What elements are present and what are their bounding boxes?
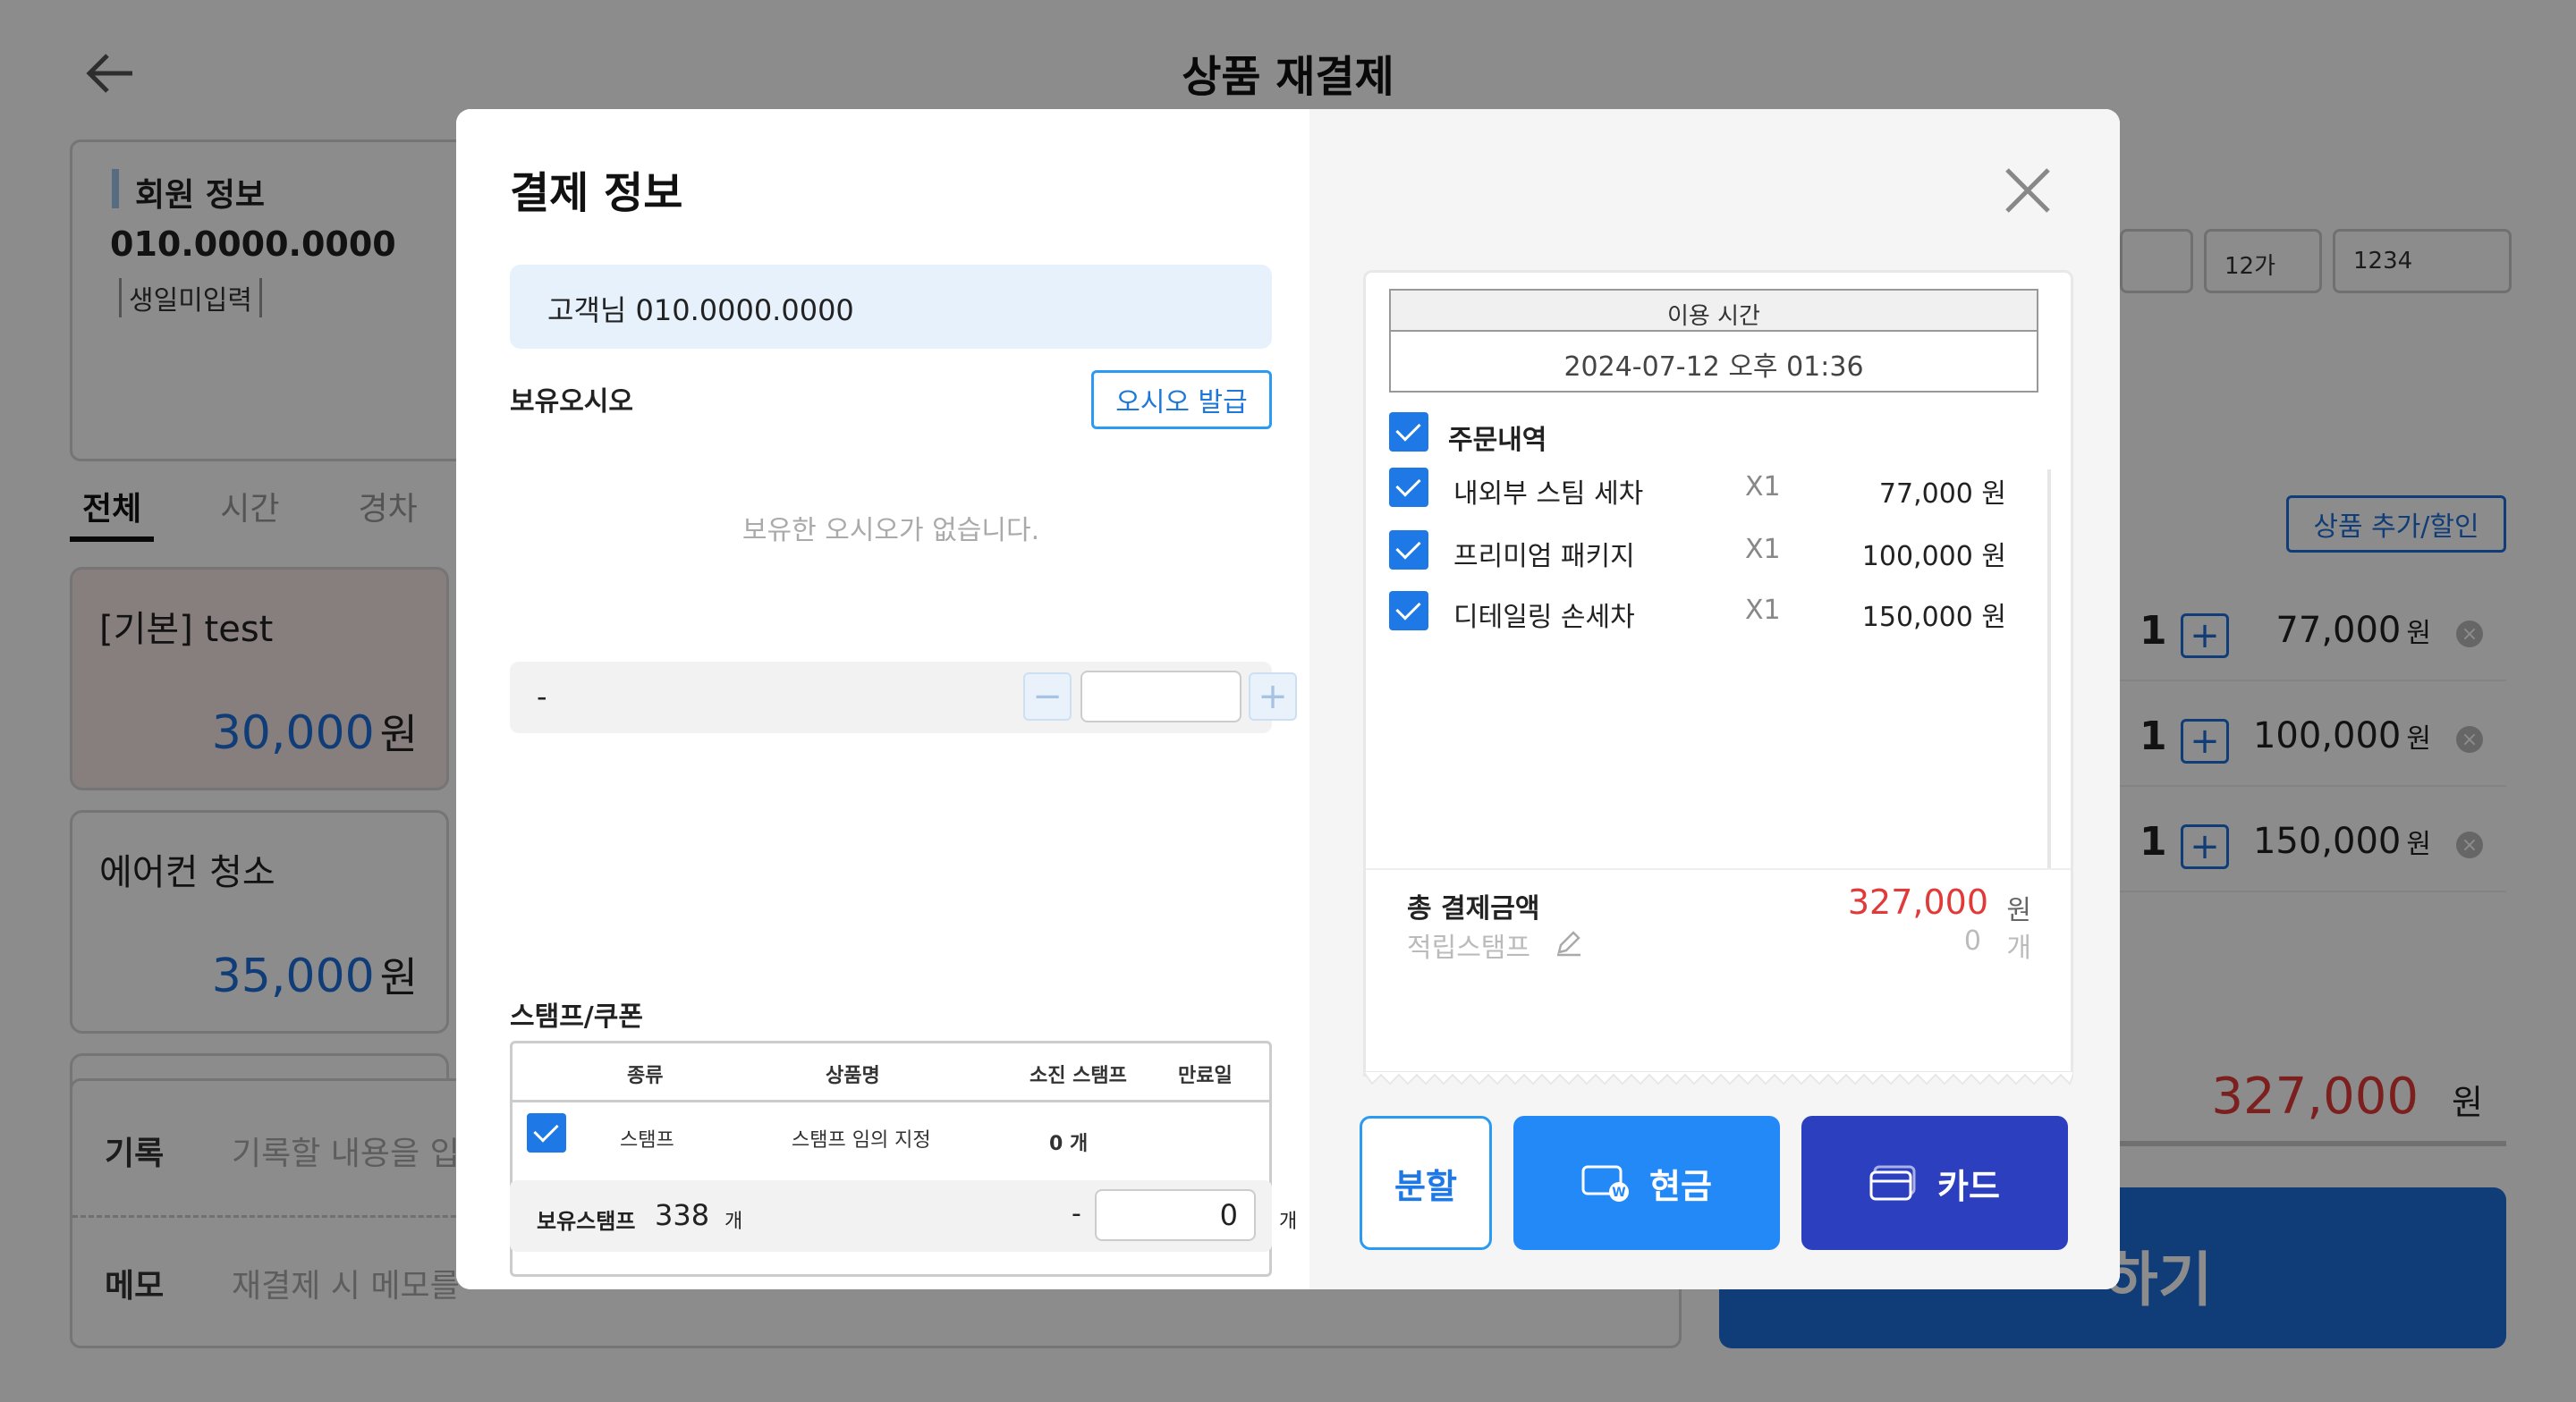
cash-payment-button[interactable]: W 현금 [1513, 1116, 1780, 1250]
own-stamp-label: 보유스탬프 [537, 1209, 636, 1234]
item-amount: 100,000 원 [1861, 541, 2006, 572]
coupon-selected: - [537, 680, 547, 714]
split-payment-button[interactable]: 분할 [1360, 1116, 1492, 1250]
col-type: 종류 [627, 1065, 664, 1087]
use-stamp-input[interactable]: 0 [1095, 1189, 1256, 1241]
issue-coupon-button[interactable]: 오시오 발급 [1091, 370, 1272, 429]
order-header-checkbox[interactable] [1389, 412, 1428, 452]
own-stamp-count: 338 [655, 1198, 710, 1232]
item-checkbox[interactable] [1389, 530, 1428, 570]
close-icon[interactable] [1996, 159, 2059, 222]
usage-time-value: 2024-07-12 오후 01:36 [1389, 330, 2038, 393]
plus-button[interactable]: + [1249, 672, 1297, 721]
total-unit: 원 [2006, 895, 2031, 926]
item-name: 프리미엄 패키지 [1453, 541, 1635, 572]
use-dash: - [1072, 1198, 1081, 1229]
coupon-quantity-row: - − + [510, 662, 1297, 733]
cash-icon: W [1581, 1165, 1630, 1202]
receipt: 이용 시간 2024-07-12 오후 01:36 주문내역 내외부 스팀 세차… [1363, 270, 2073, 1077]
credit-card-icon [1869, 1165, 1916, 1201]
coupon-label: 보유오시오 [510, 386, 633, 418]
divider [1366, 868, 2071, 870]
minus-button[interactable]: − [1023, 672, 1072, 721]
col-product: 상품명 [826, 1065, 880, 1087]
own-stamp-row: 보유스탬프 338 개 - 0 개 [510, 1180, 1297, 1252]
payment-modal: 결제 정보 고객님 010.0000.0000 보유오시오 오시오 발급 보유한… [456, 109, 2120, 1289]
earned-stamp-unit: 개 [2006, 933, 2031, 964]
row-used: 0 개 [1049, 1133, 1089, 1155]
item-name: 디테일링 손세차 [1453, 602, 1635, 633]
item-checkbox[interactable] [1389, 468, 1428, 507]
col-used-stamp: 소진 스탬프 [1030, 1065, 1127, 1087]
total-amount: 327,000 [1847, 883, 1988, 922]
cash-label: 현금 [1649, 1166, 1712, 1206]
earned-stamp-value: 0 [1963, 925, 1981, 957]
order-header-label: 주문내역 [1448, 425, 1547, 456]
receipt-zigzag-edge [1363, 1071, 2073, 1085]
card-label: 카드 [1937, 1166, 2000, 1206]
pencil-icon[interactable] [1554, 927, 1584, 958]
split-label: 분할 [1394, 1166, 1457, 1206]
use-stamp-unit: 개 [1279, 1211, 1298, 1233]
item-checkbox[interactable] [1389, 591, 1428, 630]
item-name: 내외부 스팀 세차 [1453, 478, 1644, 510]
row-type: 스탬프 [620, 1129, 674, 1152]
usage-time-header: 이용 시간 [1389, 289, 2038, 332]
customer-box: 고객님 010.0000.0000 [510, 265, 1272, 349]
own-stamp-unit: 개 [724, 1211, 743, 1233]
item-amount: 150,000 원 [1861, 602, 2006, 633]
table-header: 종류 상품명 소진 스탬프 만료일 [513, 1043, 1269, 1102]
card-payment-button[interactable]: 카드 [1801, 1116, 2068, 1250]
item-amount: 77,000 원 [1878, 478, 2006, 510]
earned-stamp-label: 적립스탬프 [1407, 933, 1530, 964]
coupon-quantity-input[interactable] [1080, 671, 1241, 722]
total-label: 총 결제금액 [1407, 893, 1540, 925]
empty-coupon-message: 보유한 오시오가 없습니다. [741, 515, 1040, 546]
item-qty: X1 [1745, 595, 1781, 626]
modal-title: 결제 정보 [510, 168, 683, 218]
scrollbar[interactable] [2047, 469, 2051, 868]
svg-text:W: W [1612, 1186, 1625, 1200]
item-qty: X1 [1745, 471, 1781, 503]
modal-left-panel: 결제 정보 고객님 010.0000.0000 보유오시오 오시오 발급 보유한… [456, 109, 1309, 1289]
row-checkbox[interactable] [527, 1113, 566, 1153]
row-product: 스탬프 임의 지정 [792, 1129, 931, 1152]
stamp-coupon-label: 스탬프/쿠폰 [510, 1001, 643, 1033]
item-qty: X1 [1745, 534, 1781, 565]
col-expiry: 만료일 [1178, 1065, 1233, 1087]
